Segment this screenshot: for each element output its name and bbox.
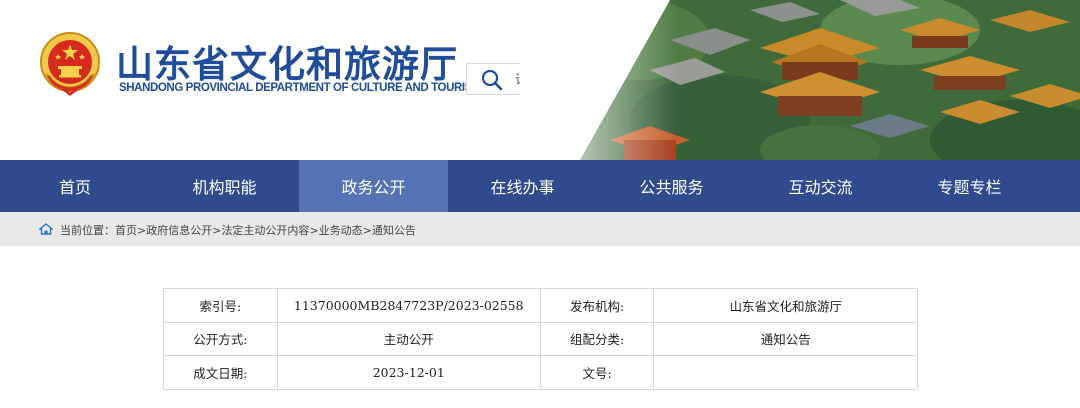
breadcrumb-link-business[interactable]: 业务动态: [319, 224, 363, 237]
written-date-value: 2023-12-01: [276, 355, 541, 390]
index-number-value: 11370000MB2847723P/2023-02558: [276, 288, 541, 323]
nav-item-home[interactable]: 首页: [0, 160, 150, 212]
disclosure-method-value: 主动公开: [276, 321, 541, 356]
breadcrumb-trail: 当前位置：首页>政府信息公开>法定主动公开内容>业务动态>通知公告: [60, 222, 416, 238]
document-number-label: 文号:: [539, 355, 655, 390]
nav-item-online-services[interactable]: 在线办事: [448, 160, 597, 212]
document-info-table: 索引号: 11370000MB2847723P/2023-02558 发布机构:…: [163, 288, 918, 390]
breadcrumb-separator: >: [309, 224, 319, 237]
national-emblem-icon: [40, 32, 100, 96]
breadcrumb-link-gov-info[interactable]: 政府信息公开: [146, 224, 212, 237]
nav-item-functions[interactable]: 机构职能: [150, 160, 299, 212]
search-icon: [481, 69, 503, 91]
breadcrumb-separator: >: [362, 224, 372, 237]
table-row: 索引号: 11370000MB2847723P/2023-02558 发布机构:…: [163, 288, 918, 323]
site-header: 山东省文化和旅游厅 SHANDONG PROVINCIAL DEPARTMENT…: [0, 0, 1080, 160]
breadcrumb-link-statutory[interactable]: 法定主动公开内容: [221, 224, 309, 237]
nav-item-interaction[interactable]: 互动交流: [746, 160, 895, 212]
site-subtitle: SHANDONG PROVINCIAL DEPARTMENT OF CULTUR…: [119, 82, 482, 94]
publisher-label: 发布机构:: [539, 288, 655, 323]
nav-item-gov-affairs[interactable]: 政务公开: [299, 160, 448, 212]
table-row: 公开方式: 主动公开 组配分类: 通知公告: [163, 321, 918, 356]
breadcrumb-link-home[interactable]: 首页: [115, 224, 137, 237]
category-value: 通知公告: [653, 321, 918, 356]
site-title: 山东省文化和旅游厅: [116, 43, 458, 86]
palace-rooftops-image: [520, 0, 1080, 160]
breadcrumb: 当前位置：首页>政府信息公开>法定主动公开内容>业务动态>通知公告: [0, 212, 1080, 246]
publisher-value: 山东省文化和旅游厅: [653, 288, 918, 323]
main-nav: 首页 机构职能 政务公开 在线办事 公共服务 互动交流 专题专栏: [0, 160, 1080, 212]
disclosure-method-label: 公开方式:: [163, 321, 278, 356]
nav-item-special-topics[interactable]: 专题专栏: [895, 160, 1044, 212]
document-number-value: [653, 355, 918, 390]
index-number-label: 索引号:: [163, 288, 278, 323]
table-row: 成文日期: 2023-12-01 文号:: [163, 355, 918, 390]
breadcrumb-prefix: 当前位置：: [60, 224, 115, 237]
written-date-label: 成文日期:: [163, 355, 278, 390]
category-label: 组配分类:: [539, 321, 655, 356]
nav-item-public-services[interactable]: 公共服务: [597, 160, 746, 212]
breadcrumb-link-notices[interactable]: 通知公告: [372, 224, 416, 237]
breadcrumb-separator: >: [137, 224, 147, 237]
home-icon: [39, 223, 53, 235]
